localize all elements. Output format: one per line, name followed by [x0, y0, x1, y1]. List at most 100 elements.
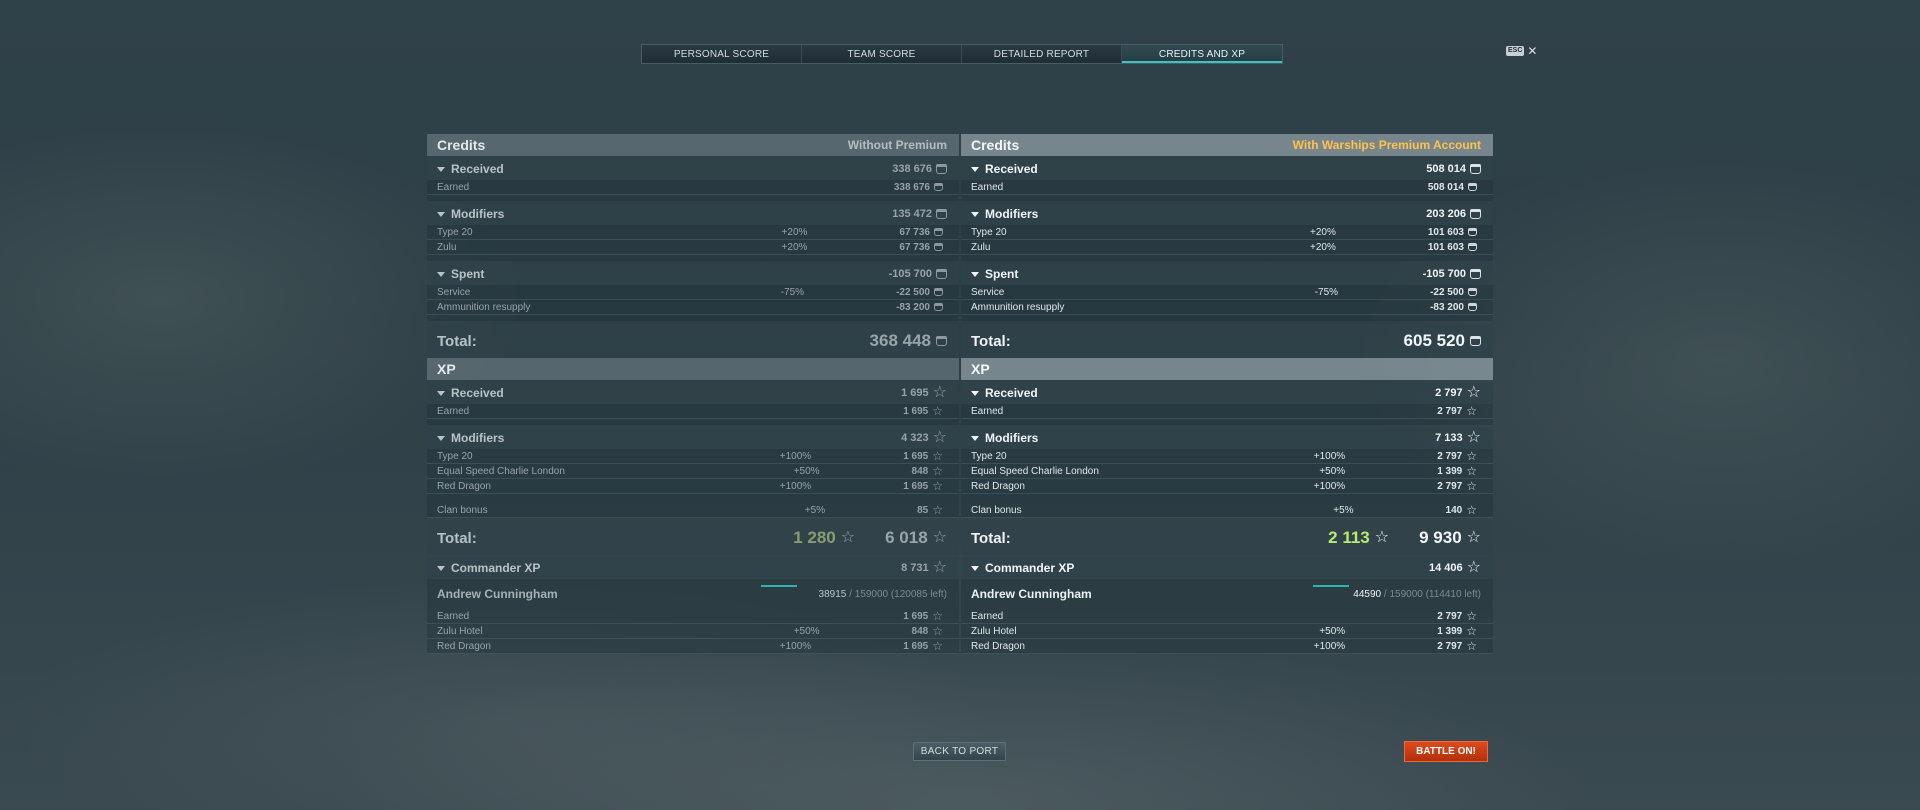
amount-value: 2 797: [1437, 450, 1463, 462]
xp-star-icon: ☆: [1466, 429, 1481, 446]
amount: -22 500: [896, 287, 943, 298]
commander-xp-rest: / 159000 (120085 left): [846, 588, 947, 600]
row-label: Type 20: [437, 226, 473, 238]
row-label: Type 20: [437, 450, 473, 462]
xp-total-amount: 6 018 ☆: [885, 528, 947, 548]
commander-progress-bar: [1313, 585, 1349, 587]
close-button[interactable]: ESC ✕: [1506, 45, 1537, 57]
chevron-down-icon: [971, 435, 979, 441]
amount-value: 338 676: [893, 181, 930, 193]
amount-value: 67 736: [899, 241, 930, 253]
amount: 508 014: [1426, 163, 1481, 175]
amount-value: 1 695: [901, 387, 929, 399]
amount: 1 695 ☆: [901, 384, 947, 401]
amount-value: 605 520: [1403, 331, 1465, 350]
amount: 140 ☆: [1445, 504, 1477, 516]
amount: 8 731 ☆: [901, 560, 947, 576]
row-percent: +5%: [804, 504, 826, 516]
commander-xp-group[interactable]: Commander XP 8 731 ☆: [427, 557, 959, 579]
credits-spent-group[interactable]: Spent -105 700: [961, 263, 1493, 285]
row-percent: +100%: [1313, 480, 1346, 492]
amount-value: 1 280: [793, 528, 836, 547]
chevron-down-icon: [971, 271, 979, 277]
row-percent: +50%: [793, 465, 820, 477]
commander-xp-group[interactable]: Commander XP 14 406 ☆: [961, 557, 1493, 579]
total-label: Total:: [971, 529, 1011, 547]
credits-coin-icon: [1468, 243, 1477, 251]
amount-value: 101 603: [1427, 241, 1464, 253]
amount: 2 797 ☆: [1437, 639, 1477, 653]
xp-modifiers-group[interactable]: Modifiers 4 323 ☆: [427, 427, 959, 449]
row-label: Equal Speed Charlie London: [437, 465, 565, 477]
credits-modifiers-group[interactable]: Modifiers 203 206: [961, 203, 1493, 225]
row-spacer: [427, 315, 959, 321]
xp-total: Total: 1 280 ☆ 6 018 ☆: [427, 521, 959, 555]
credits-spent-row: Service -75% -22 500: [961, 285, 1493, 300]
xp-star-icon: ☆: [1374, 529, 1390, 546]
amount: 135 472: [892, 208, 947, 220]
amount: 1 695 ☆: [903, 450, 943, 462]
amount-value: 135 472: [892, 208, 932, 220]
amount-value: 2 797: [1437, 480, 1463, 492]
commander-row: Andrew Cunningham 44590 / 159000 (114410 …: [961, 579, 1493, 609]
commander-progress-bar: [761, 585, 797, 587]
credits-coin-icon: [934, 183, 943, 191]
group-label: Commander XP: [985, 561, 1075, 575]
row-label: Red Dragon: [437, 480, 491, 492]
tab-credits-and-xp[interactable]: CREDITS AND XP: [1122, 45, 1282, 63]
row-spacer: [961, 195, 1493, 201]
xp-modifier-row: Equal Speed Charlie London +50% 1 399 ☆: [961, 464, 1493, 479]
credits-modifiers-group[interactable]: Modifiers 135 472: [427, 203, 959, 225]
premium-note: Without Premium: [847, 138, 947, 152]
amount: 1 695 ☆: [903, 610, 943, 622]
chevron-down-icon: [437, 435, 445, 441]
row-percent: -75%: [1314, 286, 1339, 298]
xp-modifier-row: Type 20 +100% 2 797 ☆: [961, 449, 1493, 464]
xp-received-group[interactable]: Received 1 695 ☆: [427, 382, 959, 404]
amount: -105 700: [1423, 268, 1481, 280]
amount-value: 2 113: [1328, 528, 1370, 547]
row-percent: +20%: [781, 241, 808, 253]
amount-value: 7 133: [1435, 432, 1463, 444]
amount-value: 203 206: [1426, 208, 1466, 220]
xp-received-group[interactable]: Received 2 797 ☆: [961, 382, 1493, 404]
group-label: Modifiers: [985, 431, 1039, 445]
tab-personal-score[interactable]: PERSONAL SCORE: [642, 45, 802, 63]
credits-received-group[interactable]: Received 508 014: [961, 158, 1493, 180]
amount-value: -83 200: [1430, 301, 1464, 313]
xp-modifiers-group[interactable]: Modifiers 7 133 ☆: [961, 427, 1493, 449]
xp-star-icon: ☆: [1466, 639, 1477, 653]
tab-team-score[interactable]: TEAM SCORE: [802, 45, 962, 63]
row-percent: +50%: [1319, 465, 1346, 477]
xp-star-icon: ☆: [932, 404, 943, 418]
amount-value: 9 930: [1419, 528, 1462, 547]
battle-on-button[interactable]: BATTLE ON!: [1404, 741, 1488, 762]
row-percent: +100%: [779, 480, 812, 492]
amount-value: 2 797: [1435, 387, 1463, 399]
group-label: Modifiers: [985, 207, 1039, 221]
back-to-port-button[interactable]: BACK TO PORT: [913, 742, 1006, 761]
xp-star-icon: ☆: [932, 384, 947, 401]
row-label: Zulu: [437, 241, 457, 253]
row-label: Zulu Hotel: [971, 625, 1017, 637]
credits-spent-row: Ammunition resupply -83 200: [961, 300, 1493, 315]
amount-value: 338 676: [892, 163, 932, 175]
credits-received-group[interactable]: Received 338 676: [427, 158, 959, 180]
row-percent: +20%: [1309, 226, 1336, 238]
credits-earned-row: Earned 508 014: [961, 180, 1493, 195]
commander-xp-row: Earned 2 797 ☆: [961, 609, 1493, 624]
commander-xp-row: Red Dragon +100% 2 797 ☆: [961, 639, 1493, 654]
amount: 848 ☆: [912, 465, 943, 477]
row-label: Earned: [437, 181, 470, 193]
credits-coin-icon: [1468, 288, 1477, 296]
amount-value: 140: [1445, 504, 1463, 516]
credits-spent-group[interactable]: Spent -105 700: [427, 263, 959, 285]
amount: 4 323 ☆: [901, 430, 947, 446]
amount: 338 676: [894, 182, 943, 193]
credits-modifier-row: Type 20 +20% 101 603: [961, 225, 1493, 240]
row-spacer: [961, 419, 1493, 425]
row-spacer: [961, 494, 1493, 503]
tab-detailed-report[interactable]: DETAILED REPORT: [962, 45, 1122, 63]
amount-value: 1 695: [903, 480, 929, 492]
amount: 101 603: [1428, 227, 1477, 238]
